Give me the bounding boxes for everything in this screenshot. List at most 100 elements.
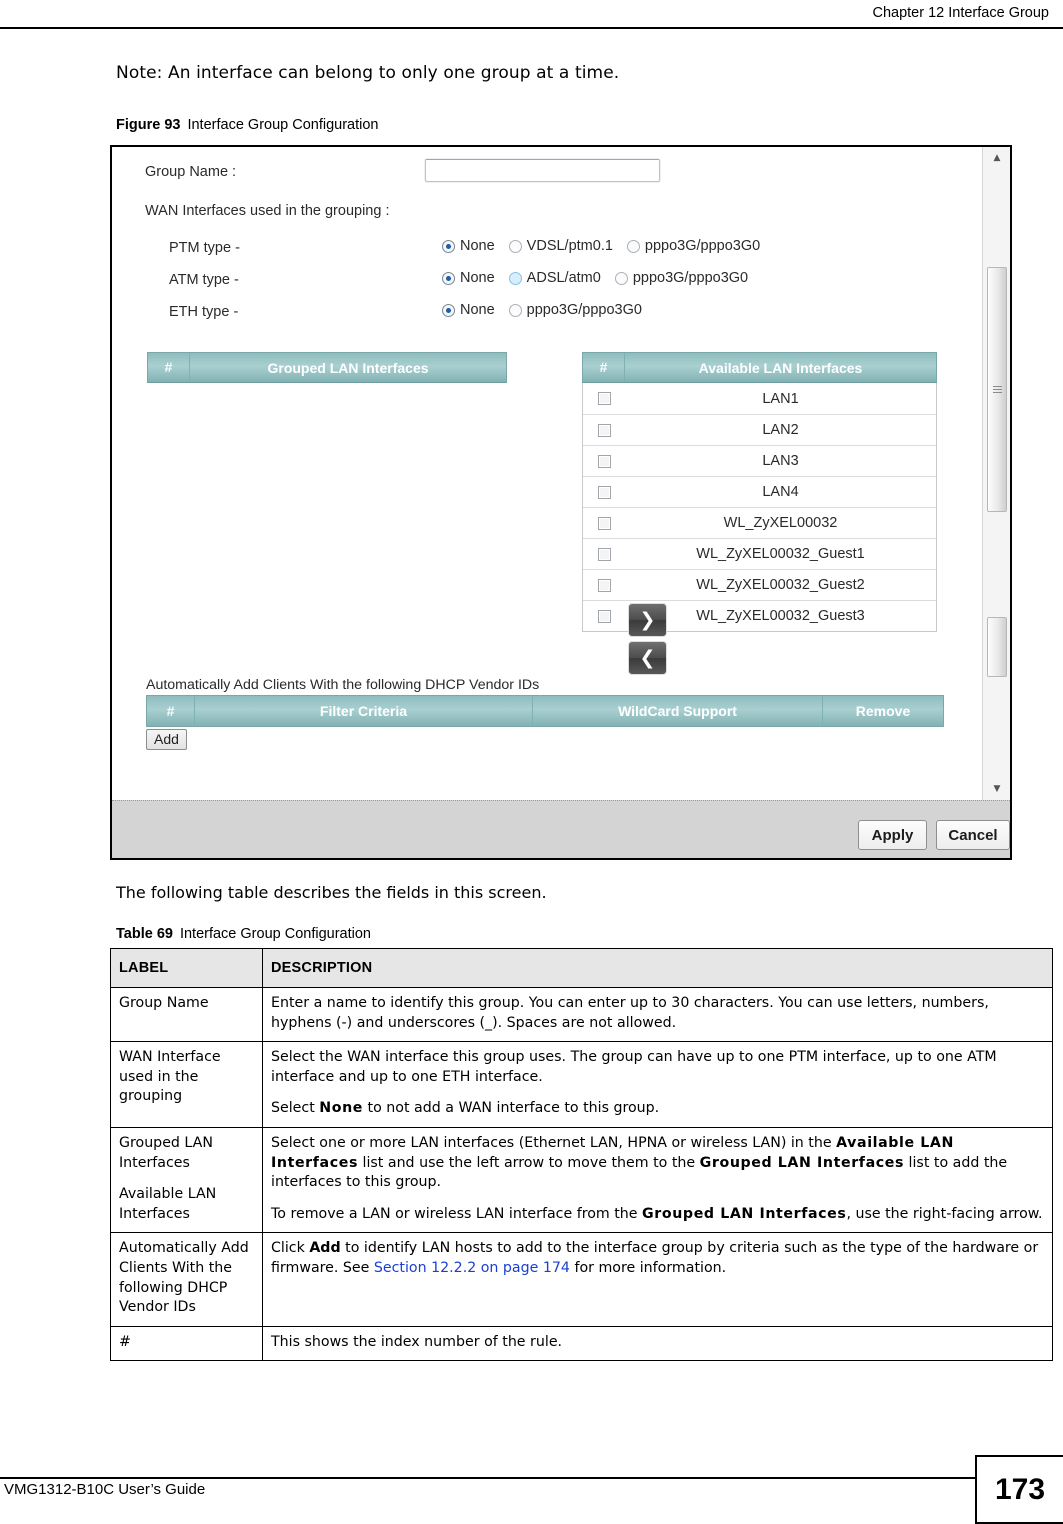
column-header-remove: Remove — [855, 703, 911, 719]
radio-label: pppo3G/pppo3G0 — [644, 238, 761, 254]
atm-option-none[interactable]: None — [442, 270, 495, 286]
table-row[interactable]: LAN2 — [583, 414, 936, 445]
table-caption: Table 69 Interface Group Configuration — [116, 926, 371, 942]
row-checkbox-cell[interactable] — [583, 516, 625, 530]
row-label: Grouped LAN Interfaces Available LAN Int… — [110, 1126, 263, 1234]
table-row[interactable]: LAN1 — [583, 383, 936, 414]
move-left-arrow-icon[interactable]: ❮ — [628, 641, 667, 675]
column-header-available-lan: Available LAN Interfaces — [698, 359, 863, 376]
description-text: This shows the index number of the rule. — [271, 1333, 563, 1350]
description-text: Click — [271, 1240, 310, 1257]
column-header-label: LABEL — [110, 948, 263, 988]
cancel-button[interactable]: Cancel — [936, 820, 1010, 850]
row-label: Group Name — [110, 986, 263, 1043]
row-checkbox-cell[interactable] — [583, 423, 625, 437]
radio-icon[interactable] — [614, 271, 628, 285]
radio-label: pppo3G/pppo3G0 — [632, 270, 749, 286]
checkbox-icon[interactable] — [597, 485, 611, 499]
radio-label: None — [460, 238, 495, 254]
atm-option-adsl[interactable]: ADSL/atm0 — [508, 270, 601, 286]
checkbox-icon[interactable] — [597, 516, 611, 530]
table-row[interactable]: LAN4 — [583, 476, 936, 507]
table-row[interactable]: LAN3 — [583, 445, 936, 476]
group-name-label: Group Name : — [145, 164, 237, 180]
interface-name: LAN4 — [762, 484, 799, 500]
row-checkbox-cell[interactable] — [583, 485, 625, 499]
checkbox-icon[interactable] — [597, 609, 611, 623]
radio-icon[interactable] — [508, 239, 522, 253]
atm-type-label: ATM type - — [169, 272, 239, 288]
table-row: Grouped LAN Interfaces Available LAN Int… — [110, 1126, 1053, 1234]
eth-option-pppo3g[interactable]: pppo3G/pppo3G0 — [508, 302, 642, 318]
column-header-grouped-lan: Grouped LAN Interfaces — [267, 359, 429, 376]
interface-group-configuration-figure: Group Name : WAN Interfaces used in the … — [110, 145, 1012, 860]
radio-icon[interactable] — [508, 303, 522, 317]
apply-button[interactable]: Apply — [858, 820, 927, 850]
checkbox-icon[interactable] — [597, 392, 611, 405]
ptm-type-radio-group: None VDSL/ptm0.1 pppo3G/pppo3G0 — [442, 238, 774, 254]
radio-label: None — [460, 270, 495, 286]
emphasis-grouped-lan-interfaces: Grouped LAN Interfaces — [699, 1154, 905, 1171]
scroll-up-arrow-icon[interactable]: ▲ — [983, 147, 1010, 169]
table-row[interactable]: WL_ZyXEL00032 — [583, 507, 936, 538]
checkbox-icon[interactable] — [597, 547, 611, 561]
row-checkbox-cell[interactable] — [583, 392, 625, 405]
ptm-option-pppo3g[interactable]: pppo3G/pppo3G0 — [626, 238, 761, 254]
table-caption-text: Interface Group Configuration — [179, 926, 371, 942]
radio-icon[interactable] — [442, 303, 455, 317]
ptm-option-none[interactable]: None — [442, 238, 495, 254]
cross-reference-link[interactable]: Section 12.2.2 on page 174 — [374, 1260, 570, 1276]
checkbox-icon[interactable] — [597, 423, 611, 437]
screen-vertical-scrollbar[interactable]: ▲ ▼ — [982, 147, 1010, 800]
row-checkbox-cell[interactable] — [583, 454, 625, 468]
description-text: Enter a name to identify this group. You… — [271, 995, 989, 1031]
checkbox-icon[interactable] — [597, 578, 611, 592]
table-row[interactable]: WL_ZyXEL00032_Guest2 — [583, 569, 936, 600]
scrollbar-thumb[interactable] — [987, 267, 1007, 512]
scroll-down-arrow-icon[interactable]: ▼ — [983, 778, 1010, 800]
row-label-secondary: Available LAN Interfaces — [119, 1186, 217, 1222]
interface-name: WL_ZyXEL00032_Guest1 — [696, 546, 865, 562]
description-text: , use the right-facing arrow. — [846, 1205, 1043, 1222]
column-header-description: DESCRIPTION — [262, 948, 1053, 988]
eth-type-label: ETH type - — [169, 304, 239, 320]
emphasis-none: None — [319, 1100, 364, 1117]
group-name-input[interactable] — [425, 159, 660, 182]
interface-group-description-table: LABEL DESCRIPTION Group Name Enter a nam… — [110, 948, 1053, 1362]
table-header-row: # Available LAN Interfaces — [582, 352, 937, 383]
ptm-type-label: PTM type - — [169, 240, 240, 256]
row-description: Select one or more LAN interfaces (Ether… — [262, 1126, 1053, 1234]
table-header-row: # Filter Criteria WildCard Support Remov… — [146, 695, 944, 727]
row-description: Select the WAN interface this group uses… — [262, 1041, 1053, 1128]
eth-option-none[interactable]: None — [442, 302, 495, 318]
description-text: Select one or more LAN interfaces (Ether… — [271, 1134, 837, 1151]
dhcp-vendor-ids-table: # Filter Criteria WildCard Support Remov… — [146, 695, 944, 727]
description-text: for more information. — [569, 1259, 727, 1276]
move-right-arrow-icon[interactable]: ❯ — [628, 603, 667, 637]
row-checkbox-cell[interactable] — [583, 609, 625, 623]
scrollbar-thumb-secondary[interactable] — [987, 617, 1007, 677]
interface-name: WL_ZyXEL00032_Guest2 — [696, 577, 865, 593]
row-checkbox-cell[interactable] — [583, 578, 625, 592]
table-row[interactable]: WL_ZyXEL00032_Guest1 — [583, 538, 936, 569]
checkbox-icon[interactable] — [597, 454, 611, 468]
radio-icon[interactable] — [626, 239, 640, 253]
screen-scroll-area: Group Name : WAN Interfaces used in the … — [112, 147, 982, 800]
row-description: This shows the index number of the rule. — [262, 1325, 1053, 1362]
atm-option-pppo3g[interactable]: pppo3G/pppo3G0 — [614, 270, 749, 286]
row-label: # — [110, 1325, 263, 1362]
figure-caption: Figure 93 Interface Group Configuration — [116, 117, 379, 133]
interface-name: LAN1 — [762, 390, 799, 407]
radio-icon[interactable] — [442, 239, 455, 253]
radio-icon[interactable] — [442, 271, 455, 285]
row-checkbox-cell[interactable] — [583, 547, 625, 561]
row-description: Enter a name to identify this group. You… — [262, 986, 1053, 1043]
footer-guide-name: VMG1312-B10C User’s Guide — [4, 1481, 206, 1498]
add-button[interactable]: Add — [146, 729, 187, 750]
ptm-option-vdsl[interactable]: VDSL/ptm0.1 — [508, 238, 613, 254]
description-text: Select — [271, 1100, 320, 1117]
table-row: # This shows the index number of the rul… — [110, 1325, 1053, 1362]
description-text: To remove a LAN or wireless LAN interfac… — [271, 1205, 643, 1222]
radio-icon[interactable] — [508, 271, 522, 285]
